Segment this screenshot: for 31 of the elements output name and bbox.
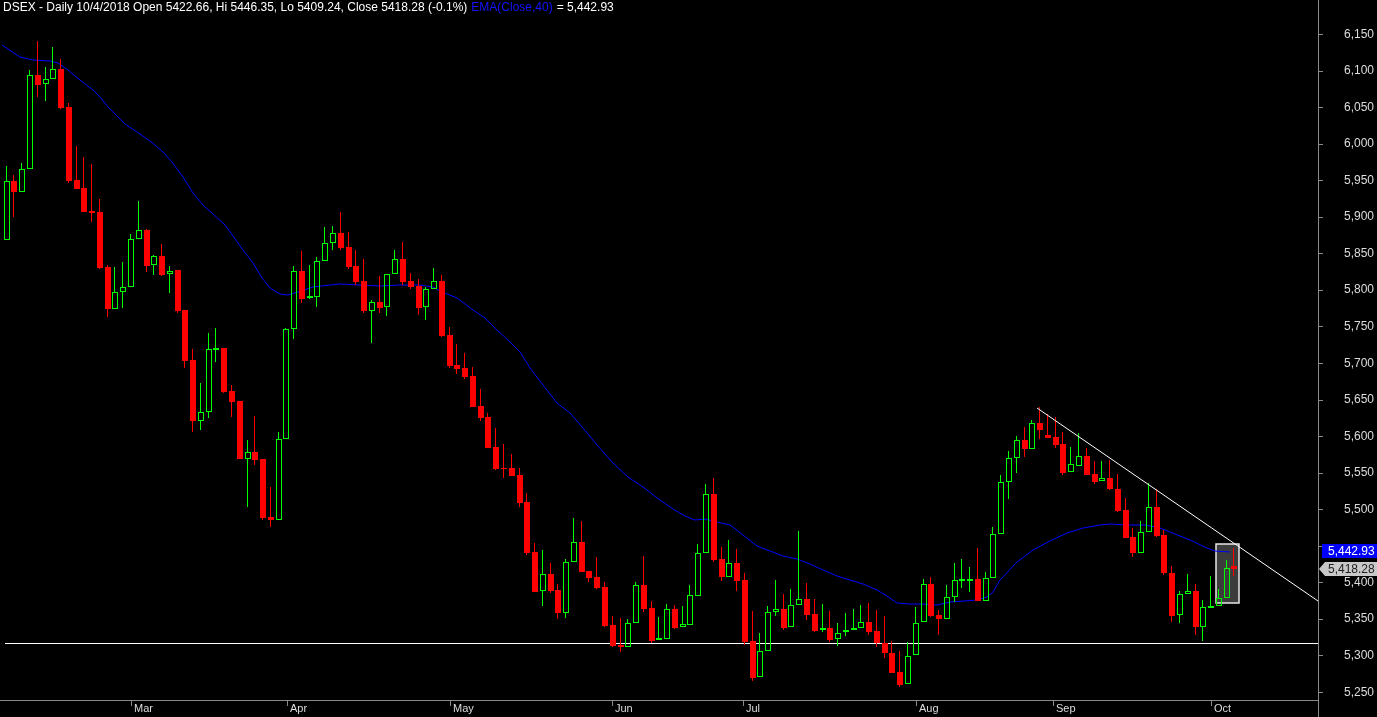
price-label: 5,300 — [1343, 649, 1374, 662]
price-label: 5,900 — [1343, 210, 1374, 223]
month-label: Aug — [919, 702, 939, 715]
month-label: Sep — [1056, 702, 1076, 715]
price-label: 5,500 — [1343, 503, 1374, 516]
price-label: 5,950 — [1343, 174, 1374, 187]
month-label: Jul — [746, 702, 761, 715]
month-label: Mar — [134, 702, 153, 715]
price-label: 6,050 — [1343, 101, 1374, 114]
chart-title: DSEX - Daily 10/4/2018 Open 5422.66, Hi 5446.35, Lo 5409.24, Close 5418.28 (-0.1%) — [3, 0, 468, 15]
indicator-price-tag: 5,442.93 — [1322, 544, 1377, 558]
month-label: Jun — [615, 702, 633, 715]
indicator-label: EMA(Close,40) — [471, 0, 553, 15]
month-label: Oct — [1214, 702, 1232, 715]
price-label: 6,100 — [1343, 64, 1374, 77]
price-label: 5,800 — [1343, 283, 1374, 296]
indicator-value: = 5,442.93 — [556, 0, 614, 15]
price-label: 5,700 — [1343, 357, 1374, 370]
price-label: 6,000 — [1343, 137, 1374, 150]
last-price-tag: 5,418.28 — [1319, 562, 1377, 576]
price-label: 5,350 — [1343, 612, 1374, 625]
price-label: 5,400 — [1343, 576, 1374, 589]
price-label: 5,750 — [1343, 320, 1374, 333]
month-label: Apr — [290, 702, 308, 715]
price-label: 5,850 — [1343, 247, 1374, 260]
month-label: May — [453, 702, 474, 715]
price-label: 5,250 — [1343, 686, 1374, 699]
price-label: 5,550 — [1343, 466, 1374, 479]
price-label: 5,650 — [1343, 393, 1374, 406]
price-label: 6,150 — [1343, 28, 1374, 41]
price-label: 5,600 — [1343, 430, 1374, 443]
